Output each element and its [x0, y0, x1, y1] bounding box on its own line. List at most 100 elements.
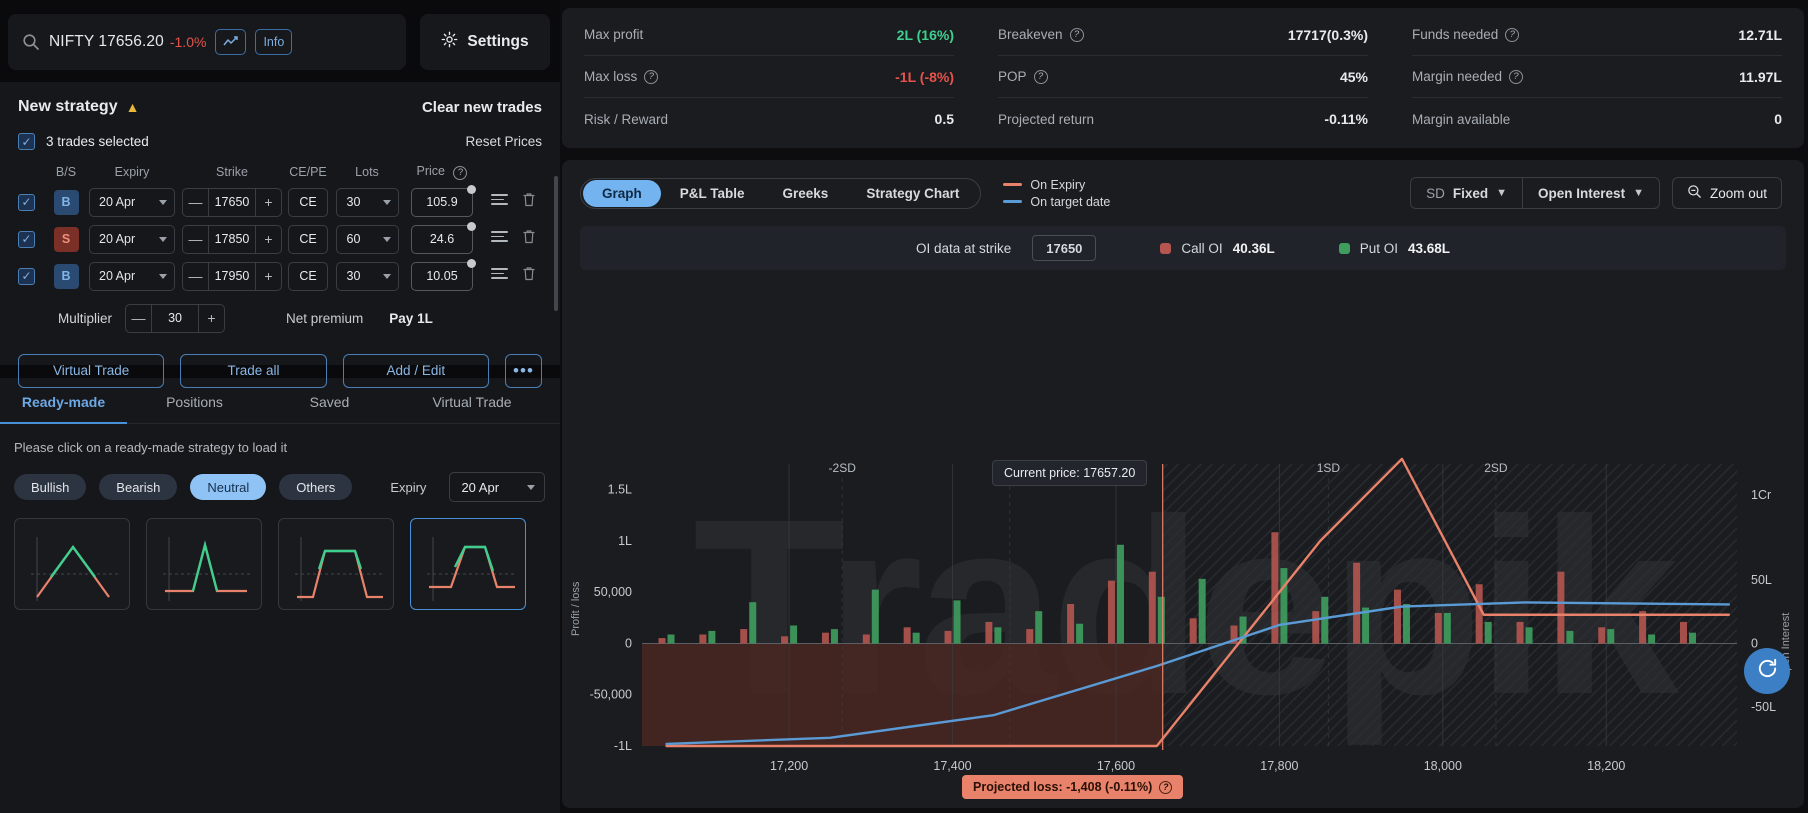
strike-stepper[interactable]: —17850+: [182, 225, 282, 254]
price-input[interactable]: 24.6: [411, 225, 473, 254]
gear-icon: [441, 31, 458, 53]
help-icon[interactable]: ?: [1070, 28, 1084, 42]
svg-text:1SD: 1SD: [1317, 461, 1341, 475]
chart-panel: Graph P&L Table Greeks Strategy Chart On…: [562, 160, 1804, 808]
trades-body: ✓ B 20 Apr —17650+ CE 30 105.9 ✓ S 20 Ap…: [18, 184, 542, 295]
chevron-down-icon: [159, 237, 167, 242]
left-panel: NIFTY 17656.20 -1.0% Info Settings New s…: [0, 0, 560, 813]
multiplier-minus[interactable]: —: [126, 310, 151, 326]
lots-select[interactable]: 30: [336, 262, 399, 291]
order-type-icon[interactable]: [491, 191, 508, 208]
delete-row-icon[interactable]: [522, 194, 536, 211]
order-type-icon[interactable]: [491, 265, 508, 282]
chevron-down-icon: [383, 237, 391, 242]
svg-text:-50,000: -50,000: [590, 688, 632, 702]
lots-select[interactable]: 60: [336, 225, 399, 254]
zoom-out-icon: [1687, 184, 1702, 202]
strike-minus[interactable]: —: [183, 231, 208, 247]
panel-scrollbar[interactable]: [554, 176, 558, 311]
svg-text:1Cr: 1Cr: [1751, 488, 1771, 502]
strike-minus[interactable]: —: [183, 268, 208, 284]
help-icon[interactable]: ?: [1505, 28, 1519, 42]
delete-row-icon[interactable]: [522, 268, 536, 285]
svg-text:-50L: -50L: [1751, 700, 1776, 714]
cepe-toggle[interactable]: CE: [288, 188, 328, 217]
settings-button[interactable]: Settings: [420, 14, 550, 70]
strategy-card-long-butterfly[interactable]: [14, 518, 130, 610]
call-oi-label: Call OI: [1181, 241, 1222, 256]
svg-text:17,400: 17,400: [933, 759, 971, 773]
help-icon[interactable]: ?: [1159, 781, 1172, 794]
clear-new-trades-button[interactable]: Clear new trades: [422, 99, 542, 116]
strike-stepper[interactable]: —17950+: [182, 262, 282, 291]
lower-tabs-panel: Ready-made Positions Saved Virtual Trade…: [0, 378, 560, 813]
order-type-icon[interactable]: [491, 228, 508, 245]
multiplier-plus[interactable]: +: [199, 310, 224, 326]
strike-plus[interactable]: +: [256, 231, 281, 247]
current-price-tooltip: Current price: 17657.20: [992, 460, 1147, 486]
chip-bearish[interactable]: Bearish: [99, 474, 177, 500]
strike-plus[interactable]: +: [256, 194, 281, 210]
tab-graph[interactable]: Graph: [583, 180, 661, 207]
row-checkbox[interactable]: ✓: [18, 194, 35, 211]
oi-strike-value[interactable]: 17650: [1032, 235, 1096, 261]
svg-text:18,200: 18,200: [1587, 759, 1625, 773]
strike-stepper[interactable]: —17650+: [182, 188, 282, 217]
cepe-toggle[interactable]: CE: [288, 262, 328, 291]
svg-text:-2SD: -2SD: [829, 461, 857, 475]
bs-toggle[interactable]: B: [54, 190, 79, 215]
price-input[interactable]: 10.05: [411, 262, 473, 291]
help-icon[interactable]: ?: [1034, 70, 1048, 84]
expiry-select[interactable]: 20 Apr: [89, 262, 175, 291]
tab-saved[interactable]: Saved: [262, 378, 397, 423]
tab-greeks[interactable]: Greeks: [764, 180, 848, 207]
metric-value: 12.71L: [1738, 27, 1782, 43]
metric-margin-needed: Margin needed? 11.97L: [1412, 56, 1782, 98]
select-all-checkbox[interactable]: ✓: [18, 133, 35, 150]
tab-pl-table[interactable]: P&L Table: [661, 180, 764, 207]
price-help-icon[interactable]: ?: [453, 166, 467, 180]
expiry-select[interactable]: 20 Apr: [89, 188, 175, 217]
strategy-card-short-straddle[interactable]: [146, 518, 262, 610]
expiry-select[interactable]: 20 Apr: [89, 225, 175, 254]
help-icon[interactable]: ?: [644, 70, 658, 84]
multiplier-stepper[interactable]: — 30 +: [125, 304, 225, 333]
cepe-toggle[interactable]: CE: [288, 225, 328, 254]
selection-row: ✓ 3 trades selected Reset Prices: [18, 133, 542, 150]
chip-neutral[interactable]: Neutral: [190, 474, 266, 500]
chip-bullish[interactable]: Bullish: [14, 474, 86, 500]
tab-strategy-chart[interactable]: Strategy Chart: [847, 180, 978, 207]
lots-select[interactable]: 30: [336, 188, 399, 217]
expiry-select-readymade[interactable]: 20 Apr: [449, 472, 545, 502]
row-checkbox[interactable]: ✓: [18, 231, 35, 248]
delete-row-icon[interactable]: [522, 231, 536, 248]
metric-margin-available: Margin available 0: [1412, 98, 1782, 140]
row-checkbox[interactable]: ✓: [18, 268, 35, 285]
reset-prices-button[interactable]: Reset Prices: [465, 134, 542, 149]
bs-toggle[interactable]: S: [54, 227, 79, 252]
metric-label: POP: [998, 69, 1027, 84]
strike-minus[interactable]: —: [183, 194, 208, 210]
tab-ready-made[interactable]: Ready-made: [0, 378, 127, 423]
strike-plus[interactable]: +: [256, 268, 281, 284]
sd-dropdown[interactable]: SDFixed ▼: [1411, 178, 1522, 208]
price-input[interactable]: 105.9: [411, 188, 473, 217]
tab-virtual-trade[interactable]: Virtual Trade: [397, 378, 547, 423]
refresh-button[interactable]: [1744, 648, 1790, 694]
chip-others[interactable]: Others: [279, 474, 352, 500]
tab-positions[interactable]: Positions: [127, 378, 262, 423]
lower-tab-row: Ready-made Positions Saved Virtual Trade: [0, 378, 560, 424]
open-interest-dropdown[interactable]: Open Interest ▼: [1522, 178, 1659, 208]
strategy-title-group: New strategy ▲: [18, 98, 139, 116]
zoom-out-button[interactable]: Zoom out: [1672, 177, 1782, 209]
multiplier-value: 30: [151, 305, 199, 332]
help-icon[interactable]: ?: [1509, 70, 1523, 84]
line-chart-icon[interactable]: [215, 29, 246, 55]
bs-toggle[interactable]: B: [54, 264, 79, 289]
chart-tools-right: SDFixed ▼ Open Interest ▼ Zoom out: [1410, 177, 1786, 209]
info-button[interactable]: Info: [255, 29, 292, 55]
strategy-card-iron-condor[interactable]: [278, 518, 394, 610]
strike-value: 17850: [208, 226, 256, 253]
strategy-card-call-butterfly[interactable]: [410, 518, 526, 610]
symbol-search[interactable]: NIFTY 17656.20 -1.0% Info: [8, 14, 406, 70]
